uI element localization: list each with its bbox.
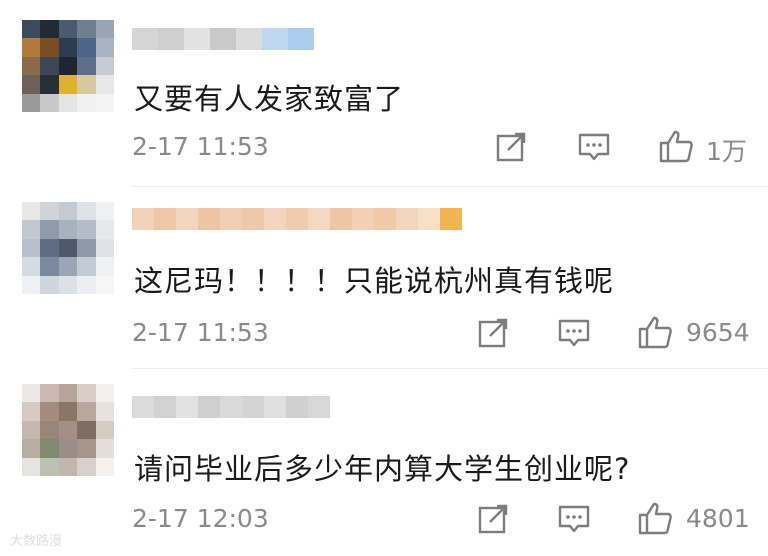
thumbs-up-icon[interactable] (637, 315, 673, 349)
comment-text: 请问毕业后多少年内算大学生创业呢? (134, 452, 631, 486)
comment-time: 2-17 11:53 (132, 318, 269, 347)
comment-item: 请问毕业后多少年内算大学生创业呢? 2-17 12:03 4801 (0, 0, 768, 535)
share-icon[interactable] (478, 318, 510, 348)
like-count: 9654 (686, 318, 750, 347)
divider (132, 186, 768, 187)
share-icon[interactable] (478, 504, 510, 534)
avatar[interactable] (22, 202, 114, 294)
comment-icon[interactable] (557, 318, 591, 348)
comment-text: 这尼玛！！！！只能说杭州真有钱呢 (134, 264, 615, 298)
comment-icon[interactable] (557, 504, 591, 534)
thumbs-up-icon[interactable] (637, 501, 673, 535)
username-blurred[interactable] (132, 396, 330, 418)
username-blurred[interactable] (132, 208, 462, 230)
like-count: 4801 (686, 504, 750, 533)
comment-time: 2-17 12:03 (132, 504, 269, 533)
divider (132, 368, 768, 369)
avatar[interactable] (22, 384, 114, 476)
watermark: 大数路漫 (10, 534, 63, 549)
